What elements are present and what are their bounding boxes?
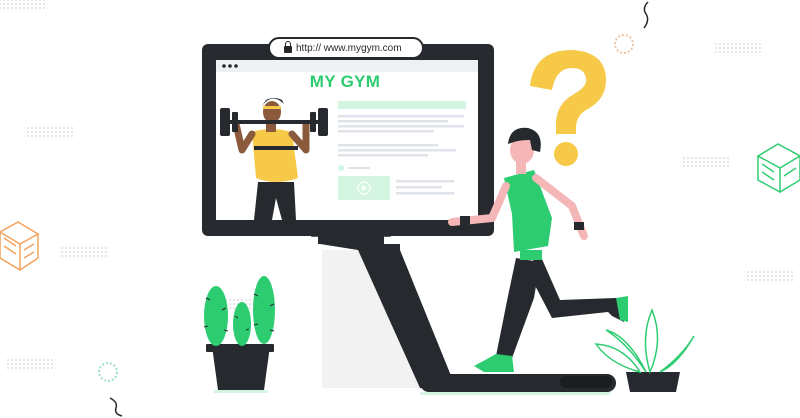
floor-line bbox=[420, 392, 610, 395]
hero-banner bbox=[338, 101, 466, 109]
site-title: MY GYM bbox=[309, 72, 381, 91]
address-bar[interactable]: http:// www.mygym.com bbox=[268, 37, 424, 59]
squiggle-decor bbox=[109, 397, 123, 417]
lock-icon bbox=[284, 40, 292, 53]
browser-toolbar bbox=[216, 60, 478, 72]
squiggle-decor bbox=[643, 1, 649, 29]
bullet-dot bbox=[338, 165, 344, 171]
illustration bbox=[0, 0, 800, 417]
cactus-icon bbox=[203, 276, 275, 393]
url-text: http:// www.mygym.com bbox=[296, 42, 402, 54]
cube-decor-right bbox=[756, 143, 800, 194]
question-mark-dot bbox=[554, 142, 578, 166]
cube-decor-left bbox=[0, 221, 40, 272]
treadmill-console bbox=[320, 244, 400, 250]
circle-decor bbox=[98, 362, 118, 382]
question-mark-icon bbox=[530, 50, 606, 134]
circle-decor bbox=[614, 34, 634, 54]
